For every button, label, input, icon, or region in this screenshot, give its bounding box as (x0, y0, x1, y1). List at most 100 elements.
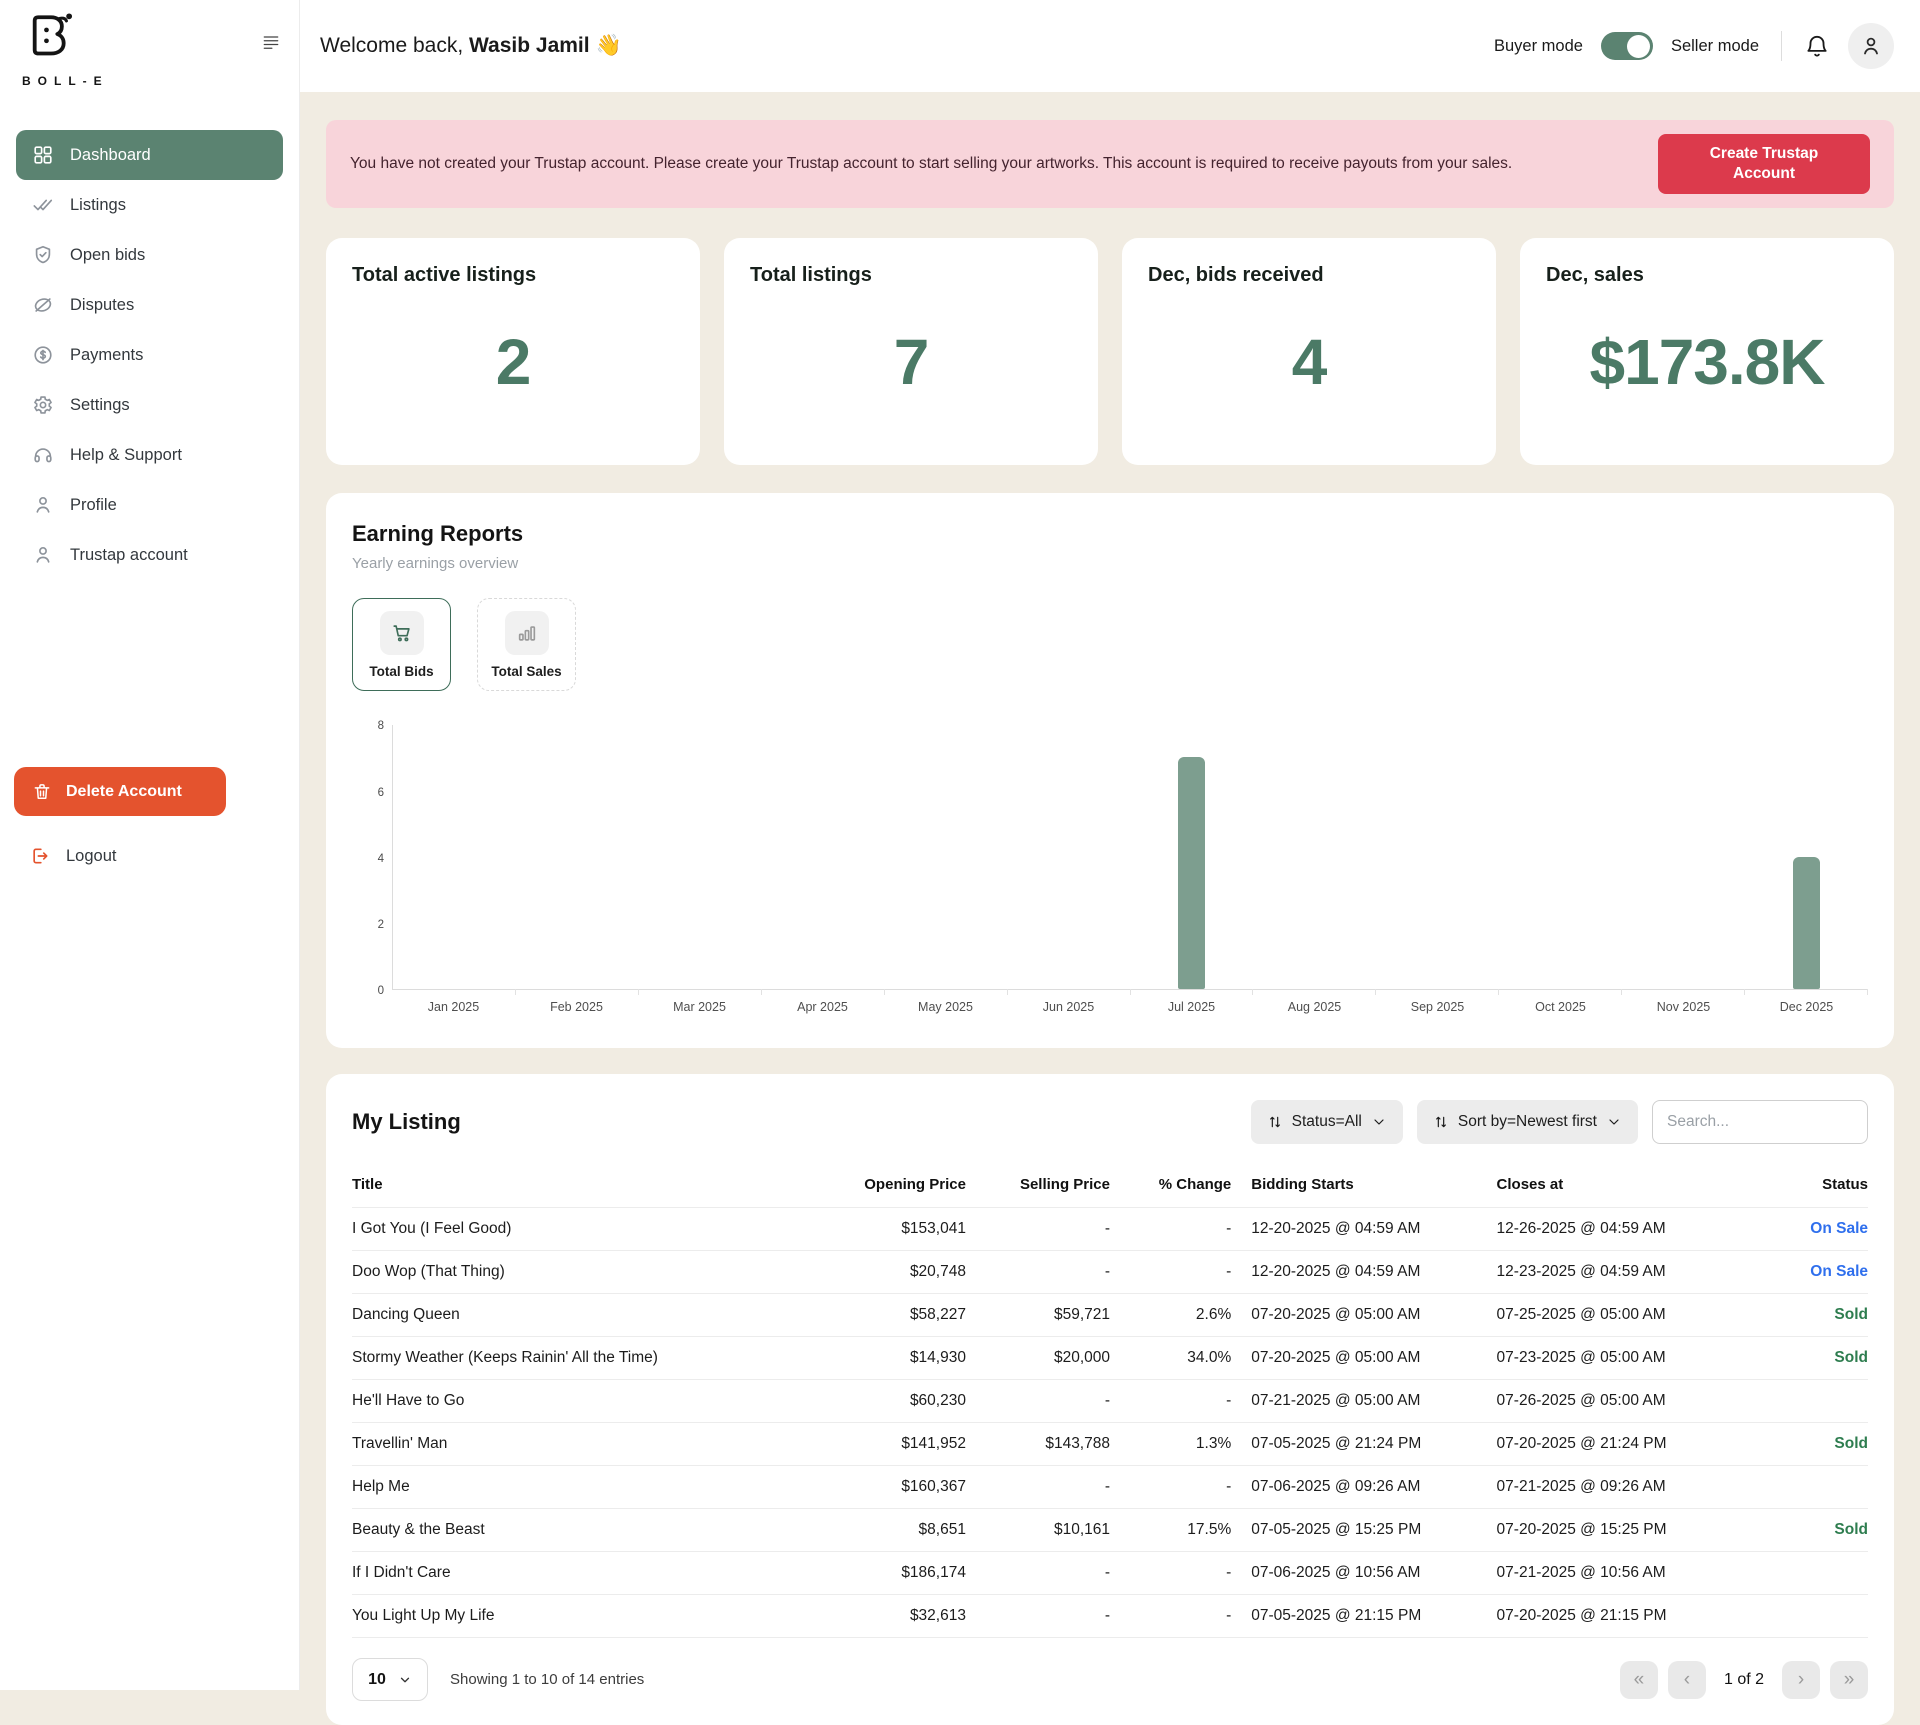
cell-closes-at: 07-20-2025 @ 21:24 PM (1497, 1423, 1785, 1466)
cell-closes-at: 07-20-2025 @ 21:15 PM (1497, 1595, 1785, 1638)
sidebar-item-profile[interactable]: Profile (16, 480, 283, 530)
x-axis-label: Mar 2025 (638, 1000, 761, 1014)
sidebar-item-label: Help & Support (70, 446, 182, 465)
status-filter-button[interactable]: Status=All (1251, 1100, 1403, 1144)
dollar-circle-icon (32, 344, 54, 366)
listing-header: My Listing Status=All Sort by=Newest fir… (352, 1100, 1868, 1144)
chart-slot-nov-2025 (1622, 725, 1745, 989)
sidebar-item-open-bids[interactable]: Open bids (16, 230, 283, 280)
app-root: BOLL-E Dashboard Listings Open bids Disp… (0, 0, 1920, 1690)
sidebar-item-payments[interactable]: Payments (16, 330, 283, 380)
chart-bar (1793, 857, 1820, 990)
cell-selling-price: - (966, 1552, 1110, 1595)
tab-total-sales[interactable]: Total Sales (477, 598, 576, 691)
sidebar-item-help-support[interactable]: Help & Support (16, 430, 283, 480)
x-axis-label: Dec 2025 (1745, 1000, 1868, 1014)
cell-closes-at: 07-26-2025 @ 05:00 AM (1497, 1380, 1785, 1423)
cell-percent-change: - (1110, 1251, 1231, 1294)
cell-bidding-starts: 07-05-2025 @ 15:25 PM (1231, 1509, 1496, 1552)
cell-selling-price: - (966, 1380, 1110, 1423)
table-row: Beauty & the Beast $8,651 $10,161 17.5% … (352, 1509, 1868, 1552)
cell-title: Beauty & the Beast (352, 1509, 814, 1552)
stat-label: Dec, sales (1546, 264, 1868, 287)
chart-slot-jan-2025 (393, 725, 516, 989)
slash-circle-icon (32, 294, 54, 316)
sidebar-item-trustap-account[interactable]: Trustap account (16, 530, 283, 580)
y-axis-tick: 6 (378, 787, 384, 799)
sidebar-item-settings[interactable]: Settings (16, 380, 283, 430)
brand-logo-icon (22, 10, 80, 72)
logout-label: Logout (66, 847, 116, 866)
pagination-prev-button[interactable]: ‹ (1668, 1661, 1706, 1699)
cell-opening-price: $14,930 (814, 1337, 966, 1380)
tab-total-bids[interactable]: Total Bids (352, 598, 451, 691)
cell-title: You Light Up My Life (352, 1595, 814, 1638)
pagination-first-button[interactable]: « (1620, 1661, 1658, 1699)
table-row: You Light Up My Life $32,613 - - 07-05-2… (352, 1595, 1868, 1638)
earnings-tabs: Total Bids Total Sales (352, 598, 1868, 691)
table-row: I Got You (I Feel Good) $153,041 - - 12-… (352, 1208, 1868, 1251)
cell-opening-price: $32,613 (814, 1595, 966, 1638)
chart-x-axis-labels: Jan 2025Feb 2025Mar 2025Apr 2025May 2025… (392, 1000, 1868, 1014)
cell-title: Travellin' Man (352, 1423, 814, 1466)
x-axis-label: Jul 2025 (1130, 1000, 1253, 1014)
sidebar-item-label: Disputes (70, 296, 134, 315)
chart-bar (1178, 757, 1205, 989)
cell-bidding-starts: 07-20-2025 @ 05:00 AM (1231, 1337, 1496, 1380)
cell-bidding-starts: 07-21-2025 @ 05:00 AM (1231, 1380, 1496, 1423)
pagination-last-button[interactable]: » (1830, 1661, 1868, 1699)
sidebar-item-listings[interactable]: Listings (16, 180, 283, 230)
sidebar-item-disputes[interactable]: Disputes (16, 280, 283, 330)
page-size-value: 10 (368, 1671, 386, 1689)
welcome-prefix: Welcome back, (320, 34, 469, 57)
chart-slot-oct-2025 (1499, 725, 1622, 989)
chart-y-axis: 02468 (366, 725, 392, 990)
logout-icon (30, 846, 50, 866)
chart-slot-mar-2025 (639, 725, 762, 989)
cart-icon (380, 611, 424, 655)
sort-arrows-icon (1267, 1114, 1283, 1130)
cell-status (1785, 1552, 1868, 1595)
stat-value: 7 (750, 325, 1072, 399)
profile-avatar[interactable] (1848, 23, 1894, 69)
pagination-next-button[interactable]: › (1782, 1661, 1820, 1699)
cell-selling-price: $10,161 (966, 1509, 1110, 1552)
delete-account-button[interactable]: Delete Account (14, 767, 226, 816)
sort-filter-label: Sort by=Newest first (1458, 1113, 1597, 1131)
cell-opening-price: $186,174 (814, 1552, 966, 1595)
page-size-select[interactable]: 10 (352, 1658, 428, 1701)
table-row: Dancing Queen $58,227 $59,721 2.6% 07-20… (352, 1294, 1868, 1337)
x-axis-label: May 2025 (884, 1000, 1007, 1014)
grid-icon (32, 144, 54, 166)
earning-reports-subtitle: Yearly earnings overview (352, 555, 1868, 572)
cell-bidding-starts: 07-05-2025 @ 21:15 PM (1231, 1595, 1496, 1638)
sidebar-spacer (0, 580, 299, 767)
create-trustap-account-button[interactable]: Create Trustap Account (1658, 134, 1870, 194)
cell-percent-change: 1.3% (1110, 1423, 1231, 1466)
user-name: Wasib Jamil (469, 34, 590, 57)
y-axis-tick: 4 (378, 853, 384, 865)
sort-filter-button[interactable]: Sort by=Newest first (1417, 1100, 1638, 1144)
cell-status (1785, 1380, 1868, 1423)
cell-bidding-starts: 12-20-2025 @ 04:59 AM (1231, 1208, 1496, 1251)
search-input[interactable] (1652, 1100, 1868, 1144)
sidebar-item-dashboard[interactable]: Dashboard (16, 130, 283, 180)
delete-account-label: Delete Account (66, 783, 182, 801)
cell-opening-price: $20,748 (814, 1251, 966, 1294)
buyer-mode-label: Buyer mode (1494, 37, 1583, 56)
stat-value: $173.8K (1546, 325, 1868, 399)
notifications-bell-icon[interactable] (1804, 33, 1830, 59)
sidebar-item-label: Listings (70, 196, 126, 215)
brand-logo: BOLL-E (22, 10, 109, 88)
listings-table: Title Opening Price Selling Price % Chan… (352, 1168, 1868, 1638)
stat-label: Dec, bids received (1148, 264, 1470, 287)
column-title: Title (352, 1168, 814, 1208)
x-axis-label: Nov 2025 (1622, 1000, 1745, 1014)
logout-button[interactable]: Logout (30, 846, 299, 866)
stats-row: Total active listings 2 Total listings 7… (326, 238, 1894, 465)
mode-toggle[interactable] (1601, 32, 1653, 60)
cell-status: Sold (1785, 1423, 1868, 1466)
cell-selling-price: - (966, 1595, 1110, 1638)
sidebar-collapse-icon[interactable] (261, 32, 281, 52)
my-listing-card: My Listing Status=All Sort by=Newest fir… (326, 1074, 1894, 1725)
